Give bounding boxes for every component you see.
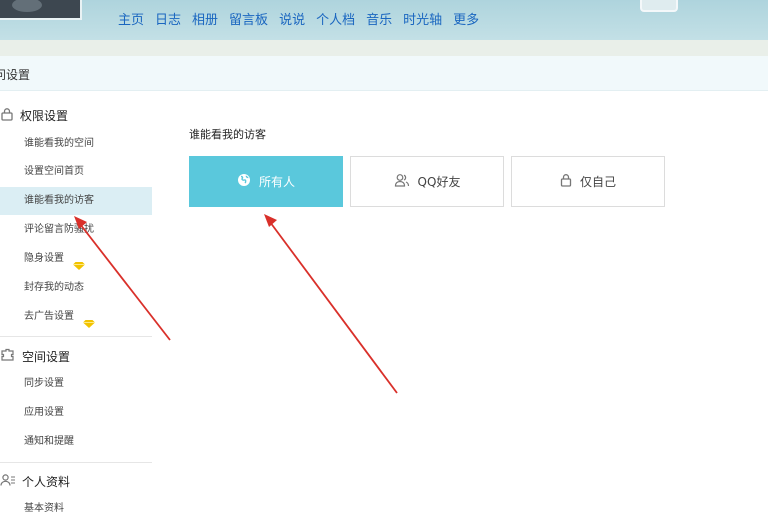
settings-sidebar: 权限设置 谁能看我的空间 设置空间首页 谁能看我的访客 评论留言防骚扰 隐身设置…	[0, 91, 152, 514]
sidebar-item-label: 封存我的动态	[24, 282, 84, 293]
nav-timeline[interactable]: 时光轴	[403, 9, 442, 28]
sidebar-item-archive-feed[interactable]: 封存我的动态	[0, 274, 152, 302]
sidebar-item-label: 设置空间首页	[24, 166, 84, 177]
puzzle-icon	[0, 348, 22, 365]
nav-message-board[interactable]: 留言板	[229, 9, 268, 28]
option-label: 仅自己	[579, 175, 616, 189]
option-everyone[interactable]: 所有人	[189, 156, 343, 207]
profile-icon	[0, 473, 22, 490]
banner-decoration	[640, 0, 678, 12]
section-permissions[interactable]: 权限设置	[0, 107, 68, 124]
lock-icon	[560, 173, 580, 190]
sidebar-item-basic-profile[interactable]: 基本资料	[0, 495, 152, 523]
sidebar-item-label: 通知和提醒	[24, 436, 74, 447]
nav-music[interactable]: 音乐	[366, 9, 392, 28]
top-banner: 主页 日志 相册 留言板 说说 个人档 音乐 时光轴 更多	[0, 0, 768, 40]
option-qq-friends[interactable]: QQ好友	[350, 156, 504, 207]
sidebar-item-label: 隐身设置	[24, 253, 64, 264]
sidebar-item-who-can-view-space[interactable]: 谁能看我的空间	[0, 130, 152, 158]
sidebar-item-label: 同步设置	[24, 378, 64, 389]
sidebar-item-anti-harassment[interactable]: 评论留言防骚扰	[0, 216, 152, 244]
section-profile[interactable]: 个人资料	[0, 473, 70, 490]
arrow-to-option-everyone	[264, 214, 398, 394]
sidebar-item-apps[interactable]: 应用设置	[0, 399, 152, 427]
friends-icon	[394, 173, 418, 190]
section-title: 个人资料	[22, 475, 71, 489]
sidebar-item-label: 基本资料	[24, 503, 64, 514]
nav-blog[interactable]: 日志	[155, 9, 181, 28]
visitor-visibility-heading: 谁能看我的访客	[189, 128, 266, 141]
sidebar-item-space-home[interactable]: 设置空间首页	[0, 158, 152, 186]
sidebar-item-who-can-view-visitors[interactable]: 谁能看我的访客	[0, 187, 152, 215]
nav-home[interactable]: 主页	[118, 9, 144, 28]
sidebar-item-invisible[interactable]: 隐身设置	[0, 245, 152, 273]
section-space-settings[interactable]: 空间设置	[0, 348, 70, 365]
sidebar-item-label: 谁能看我的访客	[24, 195, 94, 206]
sidebar-item-label: 去广告设置	[24, 311, 74, 322]
vip-diamond-icon	[83, 312, 96, 328]
option-label: QQ好友	[417, 175, 461, 189]
sidebar-item-remove-ads[interactable]: 去广告设置	[0, 303, 152, 331]
globe-icon	[237, 173, 259, 190]
section-title: 权限设置	[20, 109, 69, 123]
divider	[0, 336, 152, 337]
vip-diamond-icon	[73, 254, 86, 270]
nav-album[interactable]: 相册	[192, 9, 218, 28]
page-title: 问设置	[0, 68, 31, 82]
nav-profile[interactable]: 个人档	[316, 9, 355, 28]
option-only-me[interactable]: 仅自己	[511, 156, 665, 207]
sidebar-item-sync[interactable]: 同步设置	[0, 370, 152, 398]
lock-icon	[0, 107, 20, 124]
banner-strip	[0, 40, 768, 56]
sidebar-item-label: 谁能看我的空间	[24, 138, 94, 149]
sidebar-item-label: 评论留言防骚扰	[24, 224, 94, 235]
main-nav: 主页 日志 相册 留言板 说说 个人档 音乐 时光轴 更多	[118, 9, 490, 28]
nav-more[interactable]: 更多	[453, 9, 479, 28]
sidebar-item-notifications[interactable]: 通知和提醒	[0, 428, 152, 456]
sidebar-item-label: 应用设置	[24, 407, 64, 418]
page-title-bar: 问设置	[0, 56, 768, 91]
option-label: 所有人	[258, 175, 295, 189]
avatar[interactable]	[0, 0, 82, 20]
section-title: 空间设置	[22, 350, 71, 364]
divider	[0, 462, 152, 463]
nav-moments[interactable]: 说说	[279, 9, 305, 28]
